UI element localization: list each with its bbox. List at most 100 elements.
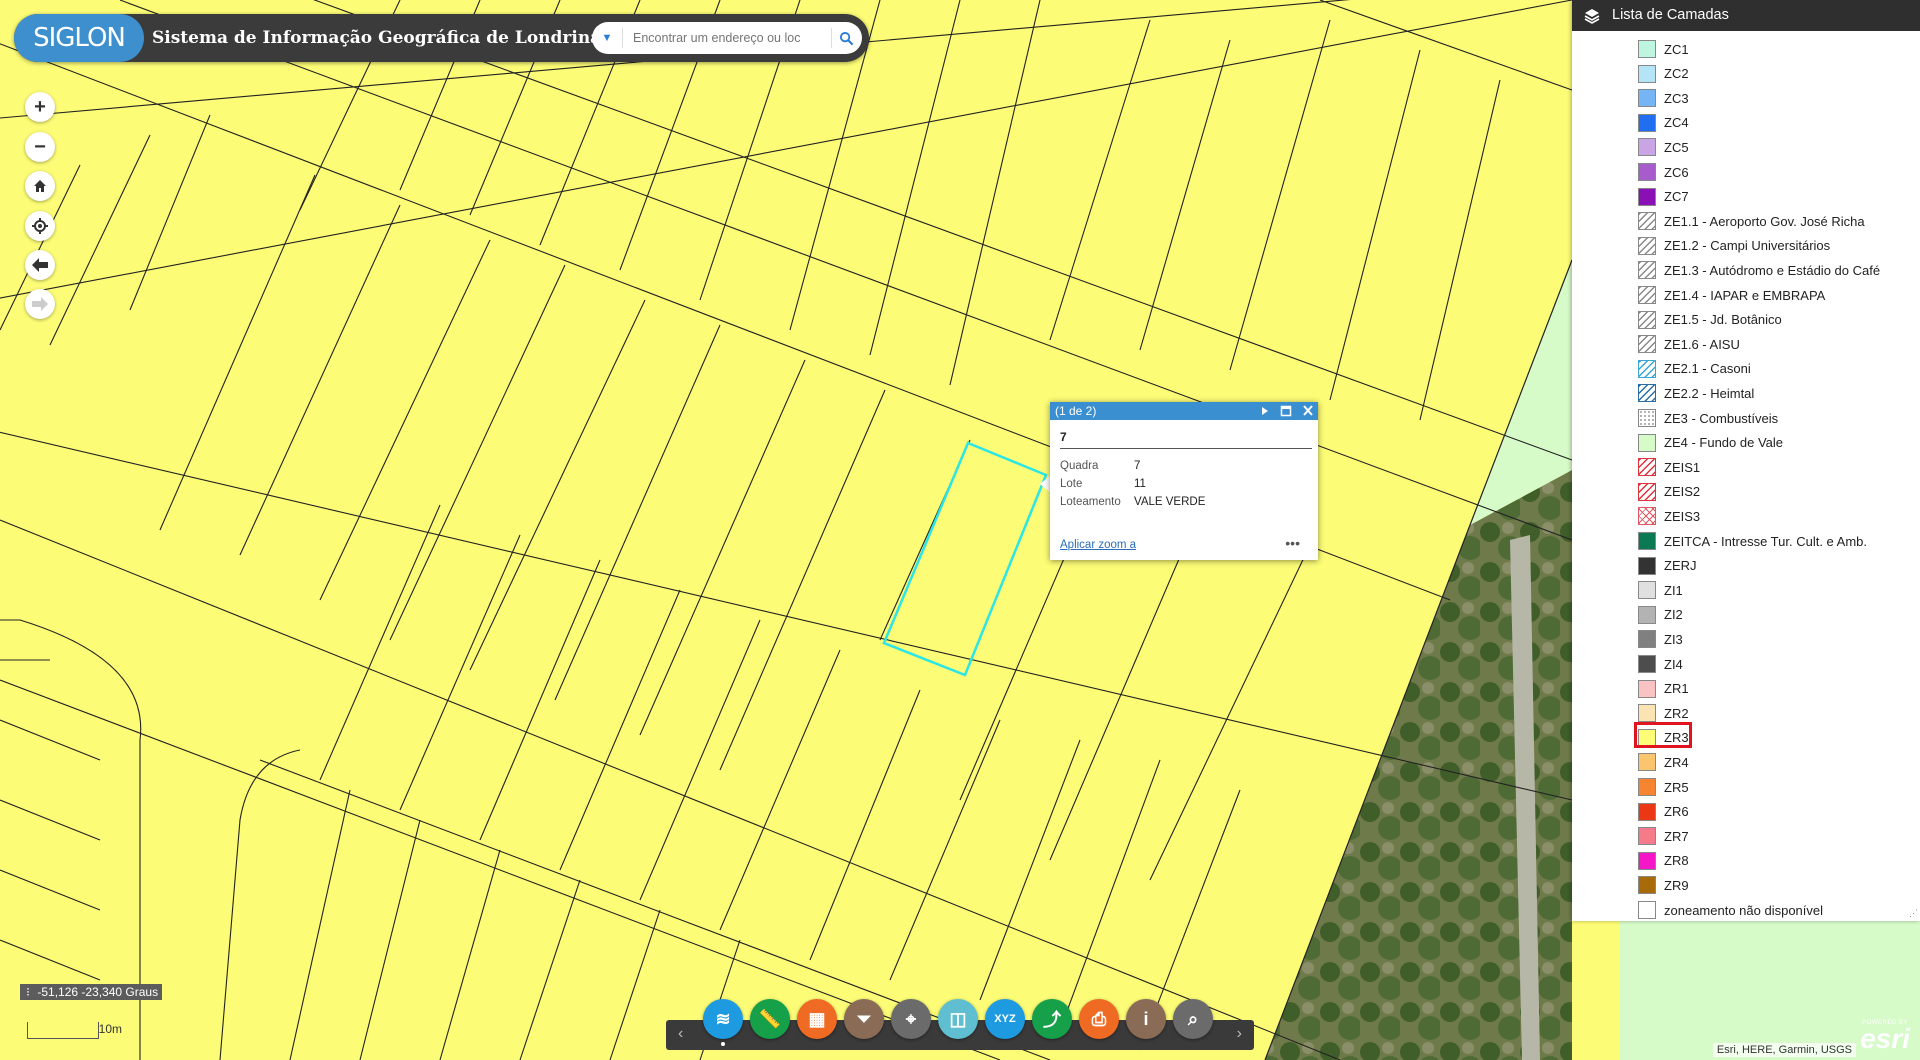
coordinate-readout[interactable]: ⁝ -51,126 -23,340 Graus <box>20 984 163 1000</box>
layer-item[interactable]: ZEIS3 <box>1638 506 1700 526</box>
layer-item[interactable]: ZC5 <box>1638 137 1689 157</box>
layer-label: ZE1.1 - Aeroporto Gov. José Richa <box>1664 213 1865 229</box>
location-icon: ⌖ <box>905 1008 917 1029</box>
layer-label: zoneamento não disponível <box>1664 902 1824 918</box>
minus-icon: − <box>34 135 46 158</box>
resize-handle-icon[interactable]: ⋰ <box>1909 908 1918 919</box>
layer-item[interactable]: ZEIS1 <box>1638 457 1700 477</box>
layer-label: ZI1 <box>1664 582 1683 598</box>
crosshair-icon: ⁝ <box>26 985 30 999</box>
layer-label: ZEIS1 <box>1664 459 1701 475</box>
app-header: SIGLON Sistema de Informação Geográfica … <box>14 14 869 62</box>
layer-item[interactable]: ZR1 <box>1638 679 1689 699</box>
tool-filter-button[interactable]: ⏷ <box>844 999 884 1039</box>
tool-measure-button[interactable]: 📏 <box>750 999 790 1039</box>
layer-item[interactable]: ZE1.2 - Campi Universitários <box>1638 236 1830 256</box>
layer-item[interactable]: ZC3 <box>1638 88 1689 108</box>
layer-item[interactable]: ZI3 <box>1638 629 1683 649</box>
layer-item[interactable]: ZE1.5 - Jd. Botânico <box>1638 310 1782 330</box>
home-button[interactable] <box>25 171 55 201</box>
layer-item[interactable]: ZE1.6 - AISU <box>1638 334 1740 354</box>
locate-button[interactable] <box>25 211 55 241</box>
layer-item[interactable]: ZI4 <box>1638 654 1683 674</box>
feature-popup: (1 de 2) 7 Quadra 7 Lote 11 Loteamento VALE… <box>1050 402 1318 560</box>
legend-swatch <box>1638 138 1656 157</box>
layer-label: ZC1 <box>1664 41 1689 57</box>
layer-label: ZE4 - Fundo de Vale <box>1664 435 1783 451</box>
toolbar-next-icon[interactable]: › <box>1237 1025 1242 1043</box>
next-extent-button[interactable] <box>25 289 55 319</box>
tool-xyz-button[interactable]: XYZ <box>985 999 1025 1039</box>
legend-swatch <box>1638 778 1656 796</box>
layer-item[interactable]: ZR5 <box>1638 777 1689 797</box>
previous-extent-button[interactable] <box>25 250 55 280</box>
info-icon: i <box>1143 1008 1149 1029</box>
tool-layers-button[interactable]: ≋ <box>703 999 743 1039</box>
legend-swatch <box>1638 40 1656 58</box>
layer-item[interactable]: zoneamento não disponível <box>1638 900 1823 920</box>
layer-item[interactable]: ZR6 <box>1638 802 1689 822</box>
layer-item[interactable]: ZR7 <box>1638 826 1689 846</box>
layer-item[interactable]: ZC4 <box>1638 113 1689 133</box>
toolbar-prev-icon[interactable]: ‹ <box>678 1025 683 1043</box>
layer-item[interactable]: ZC2 <box>1638 64 1689 84</box>
popup-close-icon[interactable] <box>1302 402 1314 420</box>
print-icon: ⎙ <box>1091 1008 1107 1029</box>
layer-item[interactable]: ZE3 - Combustíveis <box>1638 408 1778 428</box>
layer-item[interactable]: ZC7 <box>1638 187 1689 207</box>
zoom-out-button[interactable]: − <box>25 132 55 162</box>
legend-swatch <box>1638 605 1656 624</box>
layer-item[interactable]: ZE1.3 - Autódromo e Estádio do Café <box>1638 260 1880 280</box>
layer-item[interactable]: ZI1 <box>1638 580 1683 600</box>
field-key: Lote <box>1060 478 1083 490</box>
tool-about-button[interactable]: i <box>1126 999 1166 1039</box>
legend-swatch <box>1638 359 1656 378</box>
popup-maximize-icon[interactable] <box>1280 402 1292 420</box>
layer-item[interactable]: ZEIS2 <box>1638 482 1700 502</box>
layer-item[interactable]: ZR9 <box>1638 875 1689 895</box>
layer-list-title: Lista de Camadas <box>1612 7 1729 23</box>
more-actions-button[interactable]: ••• <box>1285 535 1300 551</box>
layer-item[interactable]: ZR4 <box>1638 752 1689 772</box>
esri-text: esri <box>1860 1023 1910 1054</box>
zoom-to-link[interactable]: Aplicar zoom a <box>1060 539 1136 551</box>
tool-basemap-button[interactable]: ▦ <box>797 999 837 1039</box>
app-logo[interactable]: SIGLON <box>14 14 144 62</box>
tool-swipe-button[interactable]: ◫ <box>938 999 978 1039</box>
layer-label: ZR2 <box>1664 705 1689 721</box>
layer-item[interactable]: ZE2.1 - Casoni <box>1638 359 1751 379</box>
layer-item[interactable]: ZEITCA - Intresse Tur. Cult. e Amb. <box>1638 531 1867 551</box>
legend-swatch <box>1638 384 1656 403</box>
search-input[interactable] <box>631 30 815 46</box>
legend-swatch <box>1638 89 1656 108</box>
layer-item[interactable]: ZC6 <box>1638 162 1689 182</box>
popup-next-icon[interactable] <box>1260 402 1270 420</box>
filter-icon: ⏷ <box>856 1008 872 1029</box>
tool-coordinates-button[interactable]: ⌖ <box>891 999 931 1039</box>
layer-item[interactable]: ZERJ <box>1638 556 1697 576</box>
layer-item[interactable]: ZR2 <box>1638 703 1689 723</box>
zoom-in-button[interactable]: + <box>25 92 55 122</box>
popup-title: 7 <box>1060 430 1312 449</box>
logo-text: SIGLON <box>33 23 126 53</box>
tool-search-zoom-button[interactable]: ⌕ <box>1173 999 1213 1039</box>
layer-item[interactable]: ZC1 <box>1638 39 1689 59</box>
search-button[interactable] <box>831 28 854 48</box>
layer-label: ZC3 <box>1664 90 1689 106</box>
search-source-dropdown[interactable]: ▼ <box>592 28 623 48</box>
layer-item[interactable]: ZE4 - Fundo de Vale <box>1638 433 1783 453</box>
legend-swatch <box>1638 802 1656 821</box>
layer-item[interactable]: ZR8 <box>1638 851 1689 871</box>
arrow-left-icon <box>32 258 48 272</box>
legend-swatch <box>1638 212 1656 231</box>
layer-item[interactable]: ZE1.4 - IAPAR e EMBRAPA <box>1638 285 1825 305</box>
layer-label: ZI2 <box>1664 607 1683 623</box>
layer-item[interactable]: ZI2 <box>1638 605 1683 625</box>
tool-print-button[interactable]: ⎙ <box>1079 999 1119 1039</box>
layer-item[interactable]: ZE1.1 - Aeroporto Gov. José Richa <box>1638 211 1865 231</box>
layer-label: ZC5 <box>1664 139 1689 155</box>
legend-swatch <box>1638 581 1656 600</box>
tool-share-button[interactable]: ⤴ <box>1032 999 1072 1039</box>
layer-label: ZI4 <box>1664 656 1683 672</box>
layer-item[interactable]: ZE2.2 - Heimtal <box>1638 383 1754 403</box>
